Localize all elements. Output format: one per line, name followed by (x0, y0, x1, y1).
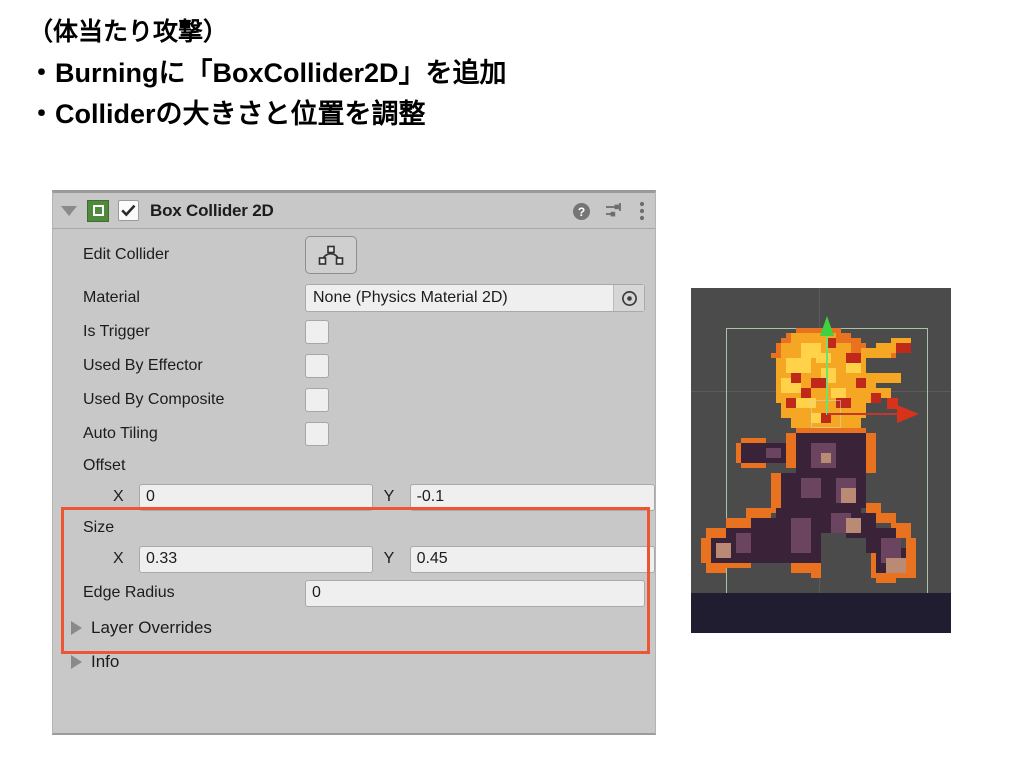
object-picker-icon[interactable] (613, 285, 644, 311)
component-title: Box Collider 2D (150, 200, 274, 220)
box-collider-2d-icon (87, 199, 109, 222)
foldout-layer-overrides[interactable]: Layer Overrides (53, 611, 655, 645)
used-by-composite-checkbox[interactable] (305, 388, 329, 412)
burning-character-sprite (701, 328, 916, 583)
material-object-field[interactable]: None (Physics Material 2D) (305, 284, 645, 312)
row-used-by-effector: Used By Effector (53, 349, 655, 383)
is-trigger-label: Is Trigger (83, 323, 150, 340)
checkmark-icon (121, 204, 136, 217)
offset-x-input[interactable]: 0 (139, 483, 373, 511)
size-x-axis-label: X (113, 550, 124, 567)
row-edge-radius: Edge Radius 0 (53, 575, 655, 611)
edge-radius-label: Edge Radius (83, 584, 175, 601)
edit-collider-button[interactable] (305, 236, 357, 274)
size-y-axis-label: Y (383, 550, 395, 567)
triangle-right-icon (71, 655, 82, 669)
used-by-effector-label: Used By Effector (83, 357, 203, 374)
layer-overrides-label: Layer Overrides (91, 618, 212, 637)
gizmo-x-axis-arrow-icon[interactable] (897, 405, 919, 423)
row-auto-tiling: Auto Tiling (53, 417, 655, 451)
row-edit-collider: Edit Collider (53, 229, 655, 281)
gizmo-y-axis-arrow-icon[interactable] (820, 316, 834, 336)
box-collider-2d-inspector: Box Collider 2D ? Edit Collider Material… (52, 190, 656, 735)
edit-collider-icon (318, 245, 344, 265)
offset-y-axis-label: Y (383, 488, 395, 505)
row-used-by-composite: Used By Composite (53, 383, 655, 417)
preset-settings-icon[interactable] (605, 202, 625, 220)
material-value: None (Physics Material 2D) (313, 289, 508, 306)
scene-ground-band (691, 593, 951, 633)
slide-line-1: （体当たり攻撃） (28, 18, 229, 46)
component-enable-checkbox[interactable] (118, 200, 139, 221)
edge-radius-input[interactable]: 0 (305, 579, 645, 607)
gizmo-z-axis-handle[interactable] (887, 398, 898, 409)
row-is-trigger: Is Trigger (53, 315, 655, 349)
row-size-values: X 0.33 Y 0.45 (53, 543, 655, 575)
auto-tiling-label: Auto Tiling (83, 425, 158, 442)
triangle-right-icon (71, 621, 82, 635)
auto-tiling-checkbox[interactable] (305, 422, 329, 446)
slide-line-3: ・Colliderの大きさと位置を調整 (28, 99, 426, 129)
material-label: Material (83, 289, 140, 306)
size-x-input[interactable]: 0.33 (139, 545, 373, 573)
is-trigger-checkbox[interactable] (305, 320, 329, 344)
used-by-effector-checkbox[interactable] (305, 354, 329, 378)
scene-view-preview[interactable] (691, 288, 951, 633)
inspector-body: Edit Collider Material None (Physics Mat… (53, 229, 655, 679)
help-icon[interactable]: ? (572, 202, 591, 221)
info-label: Info (91, 652, 120, 671)
used-by-composite-label: Used By Composite (83, 391, 225, 408)
edit-collider-label: Edit Collider (83, 246, 170, 263)
offset-y-input[interactable]: -0.1 (409, 483, 655, 511)
slide-line-2: ・Burningに「BoxCollider2D」を追加 (28, 58, 507, 88)
size-label: Size (83, 519, 115, 536)
triangle-down-icon[interactable] (61, 205, 77, 216)
slide-heading: （体当たり攻撃） ・Burningに「BoxCollider2D」を追加 ・Co… (28, 12, 668, 135)
row-offset-values: X 0 Y -0.1 (53, 481, 655, 513)
component-header[interactable]: Box Collider 2D ? (53, 193, 655, 229)
offset-x-axis-label: X (113, 488, 124, 505)
svg-text:?: ? (578, 205, 585, 219)
offset-label: Offset (83, 457, 126, 474)
slide-root: （体当たり攻撃） ・Burningに「BoxCollider2D」を追加 ・Co… (0, 0, 1024, 768)
kebab-menu-icon[interactable] (639, 201, 645, 221)
size-y-input[interactable]: 0.45 (409, 545, 655, 573)
foldout-info[interactable]: Info (53, 645, 655, 679)
row-material: Material None (Physics Material 2D) (53, 281, 655, 315)
header-icon-group: ? (572, 193, 645, 229)
gizmo-y-axis[interactable] (826, 325, 828, 415)
